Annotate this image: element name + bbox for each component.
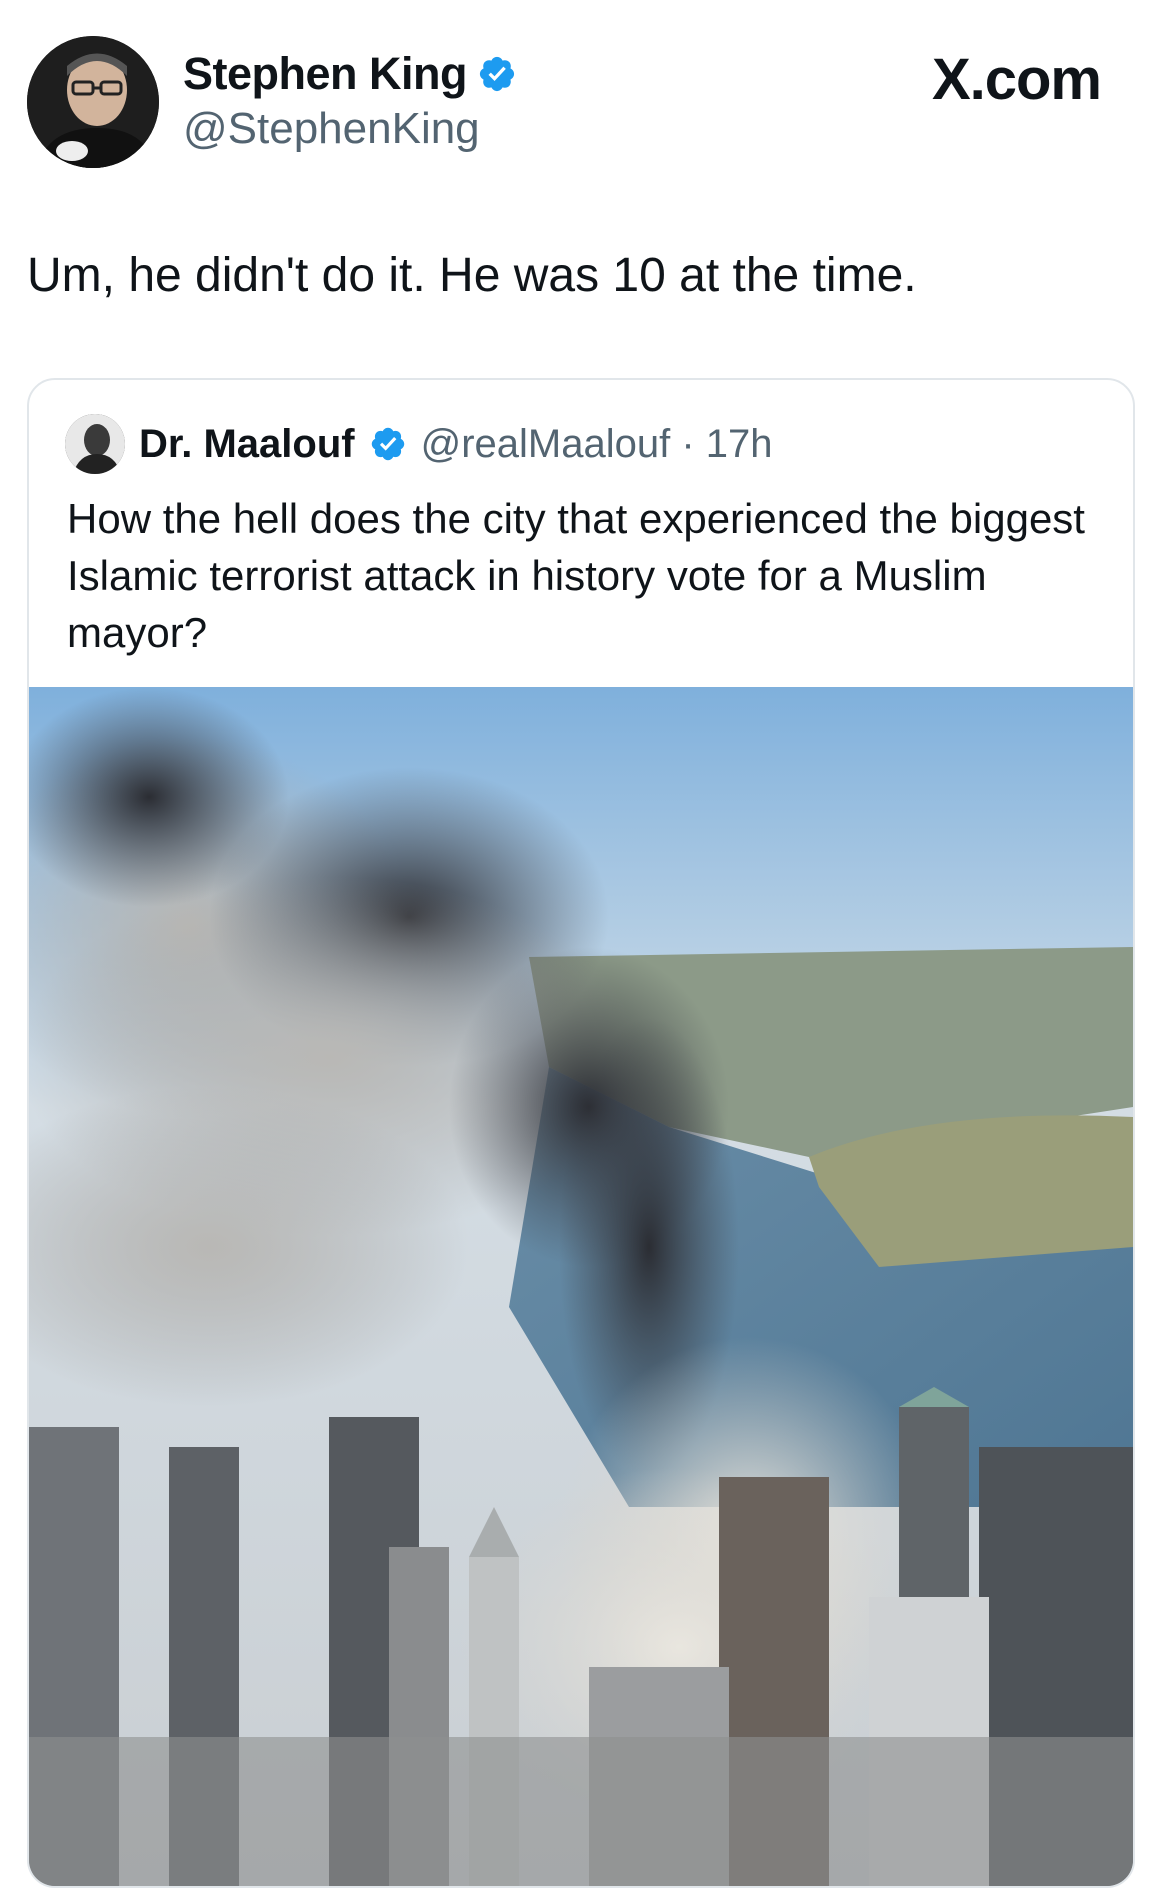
quoted-tweet-card[interactable]: Dr. Maalouf @realMaalouf · 17h How the h… xyxy=(27,378,1135,1888)
author-handle[interactable]: @StephenKing xyxy=(183,104,480,154)
tweet-text: Um, he didn't do it. He was 10 at the ti… xyxy=(27,249,917,302)
quoted-author-handle-time[interactable]: @realMaalouf · 17h xyxy=(421,422,773,467)
author-name-row: Stephen King xyxy=(183,48,517,100)
author-display-name[interactable]: Stephen King xyxy=(183,48,468,100)
brand-watermark: X.com xyxy=(931,47,1102,112)
verified-badge-icon xyxy=(479,56,515,92)
quoted-author-name[interactable]: Dr. Maalouf xyxy=(139,422,355,467)
author-avatar[interactable] xyxy=(27,36,159,168)
quoted-tweet-text: How the hell does the city that experien… xyxy=(67,495,1085,656)
quoted-tweet-header: Dr. Maalouf @realMaalouf · 17h xyxy=(65,414,773,474)
quoted-tweet-photo[interactable] xyxy=(29,687,1133,1886)
quoted-author-avatar[interactable] xyxy=(65,414,125,474)
verified-badge-icon xyxy=(371,427,404,461)
